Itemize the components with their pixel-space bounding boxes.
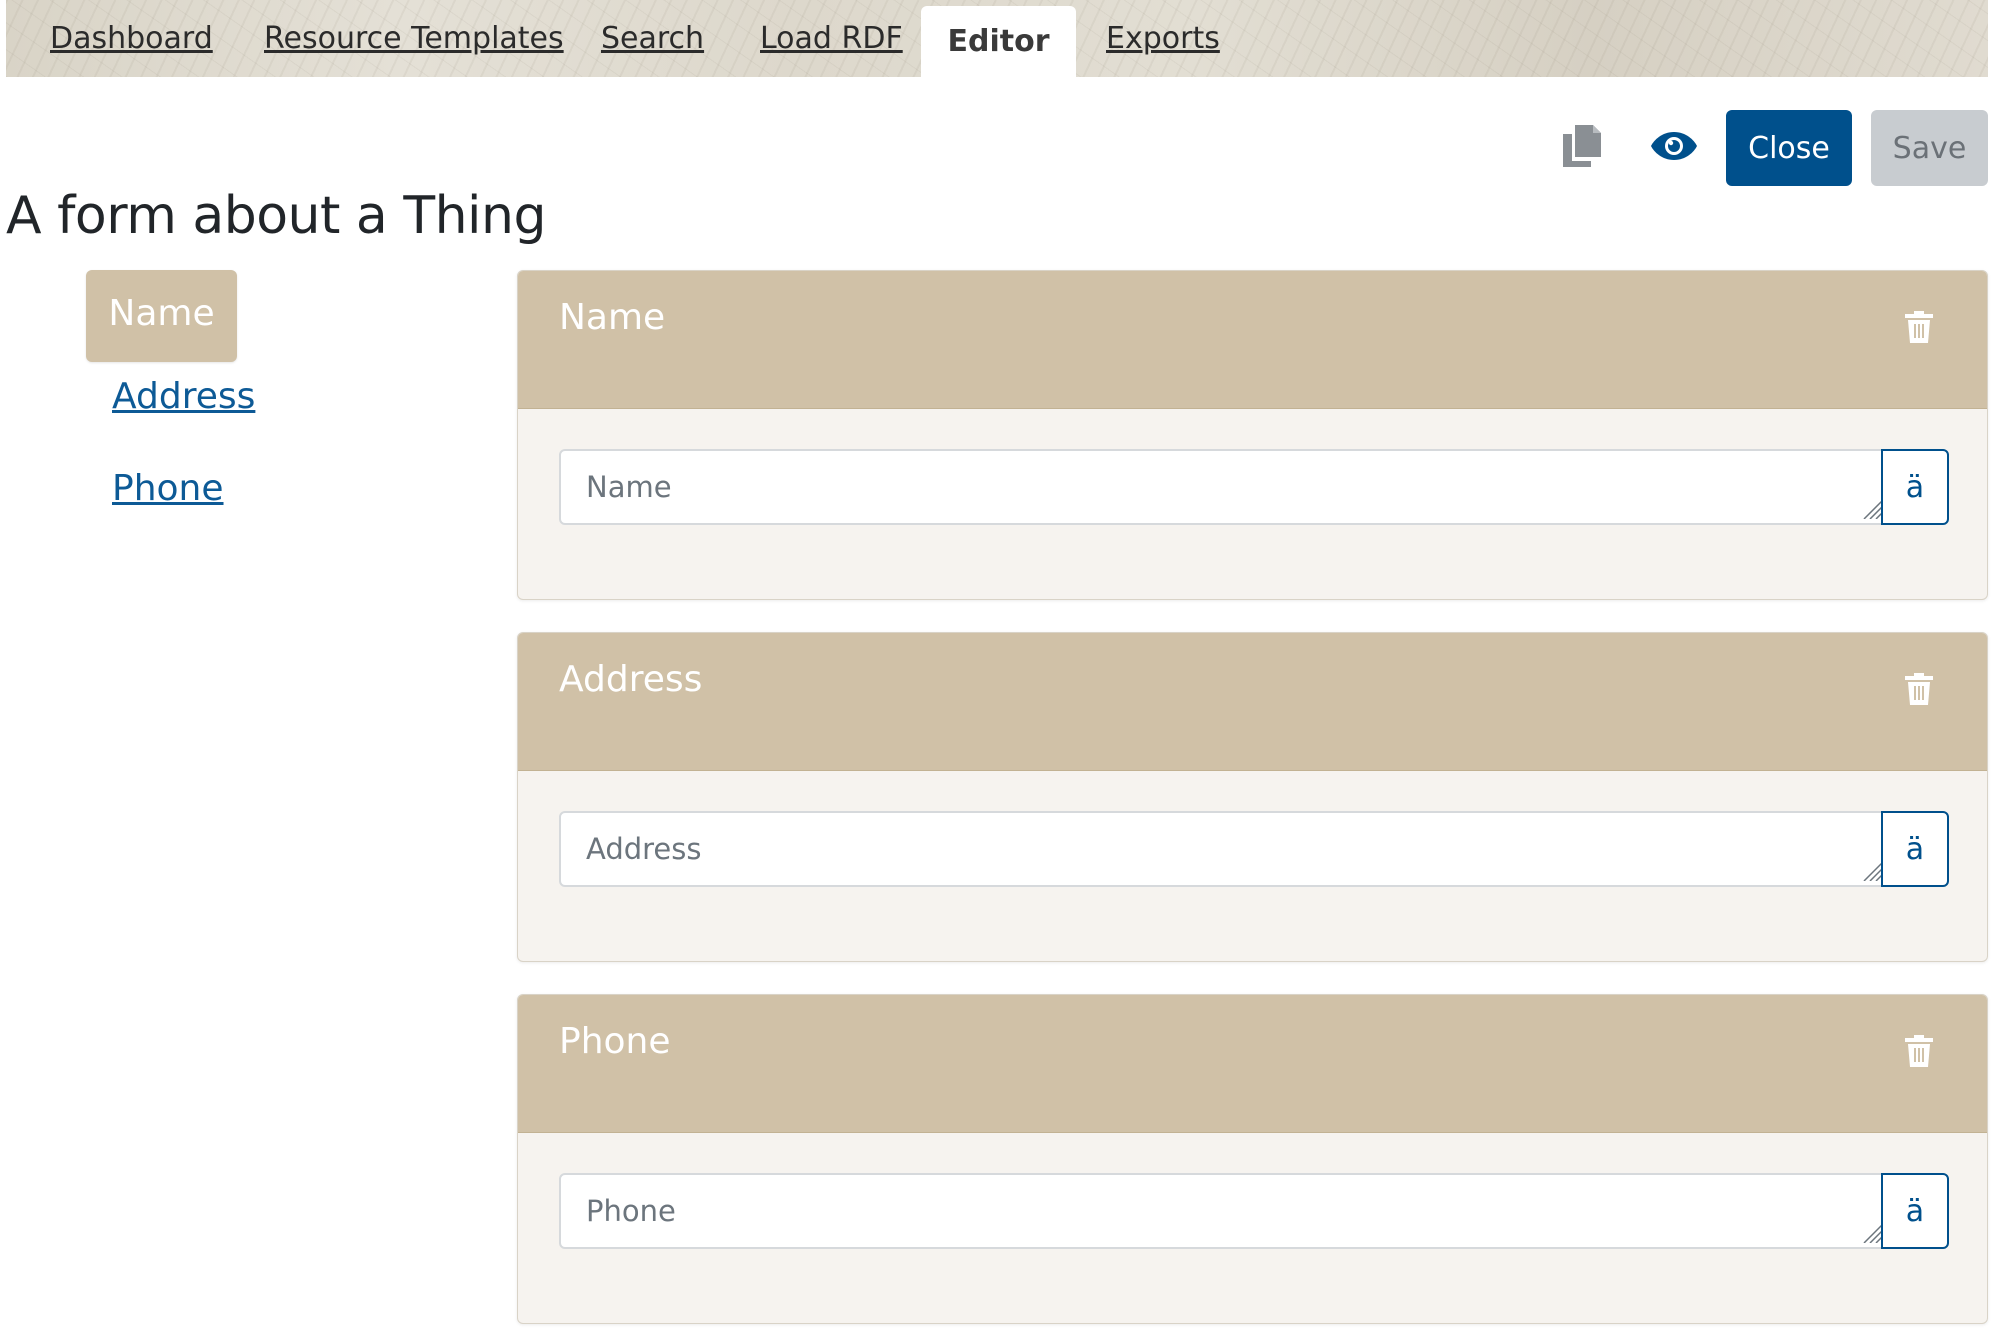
panel-header: Phone (518, 995, 1987, 1133)
page-title: A form about a Thing (6, 186, 546, 246)
sidebar-item-name[interactable]: Name (86, 270, 237, 362)
panel-body: Phone ä (518, 1133, 1987, 1323)
property-panel-phone: Phone Phone ä (517, 994, 1988, 1324)
tab-exports[interactable]: Exports (1106, 0, 1220, 77)
eye-icon[interactable] (1650, 128, 1698, 164)
trash-icon[interactable] (1905, 1035, 1933, 1067)
copy-icon[interactable] (1562, 124, 1602, 168)
save-button: Save (1871, 110, 1988, 186)
panel-header: Address (518, 633, 1987, 771)
language-button[interactable]: ä (1881, 449, 1949, 525)
language-button[interactable]: ä (1881, 1173, 1949, 1249)
top-nav-bar: Dashboard Resource Templates Search Load… (6, 0, 1988, 77)
property-panel-name: Name Name ä (517, 270, 1988, 600)
phone-field[interactable]: Phone (559, 1173, 1890, 1249)
tab-search[interactable]: Search (601, 0, 704, 77)
panel-title: Name (559, 297, 666, 338)
field-placeholder: Address (586, 832, 702, 866)
tab-resource-templates[interactable]: Resource Templates (264, 0, 564, 77)
name-field[interactable]: Name (559, 449, 1890, 525)
address-field[interactable]: Address (559, 811, 1890, 887)
panel-body: Name ä (518, 409, 1987, 599)
field-placeholder: Name (586, 470, 672, 504)
tab-load-rdf[interactable]: Load RDF (760, 0, 903, 77)
close-button[interactable]: Close (1726, 110, 1852, 186)
panel-body: Address ä (518, 771, 1987, 961)
sidebar-item-phone[interactable]: Phone (112, 468, 224, 509)
trash-icon[interactable] (1905, 673, 1933, 705)
field-placeholder: Phone (586, 1194, 676, 1228)
trash-icon[interactable] (1905, 311, 1933, 343)
sidebar-item-label: Name (108, 292, 215, 334)
property-panel-address: Address Address ä (517, 632, 1988, 962)
sidebar-item-address[interactable]: Address (112, 376, 255, 417)
tab-editor[interactable]: Editor (921, 6, 1076, 77)
panel-title: Address (559, 659, 703, 700)
tab-dashboard[interactable]: Dashboard (50, 0, 213, 77)
panel-title: Phone (559, 1021, 671, 1062)
language-button[interactable]: ä (1881, 811, 1949, 887)
panel-header: Name (518, 271, 1987, 409)
